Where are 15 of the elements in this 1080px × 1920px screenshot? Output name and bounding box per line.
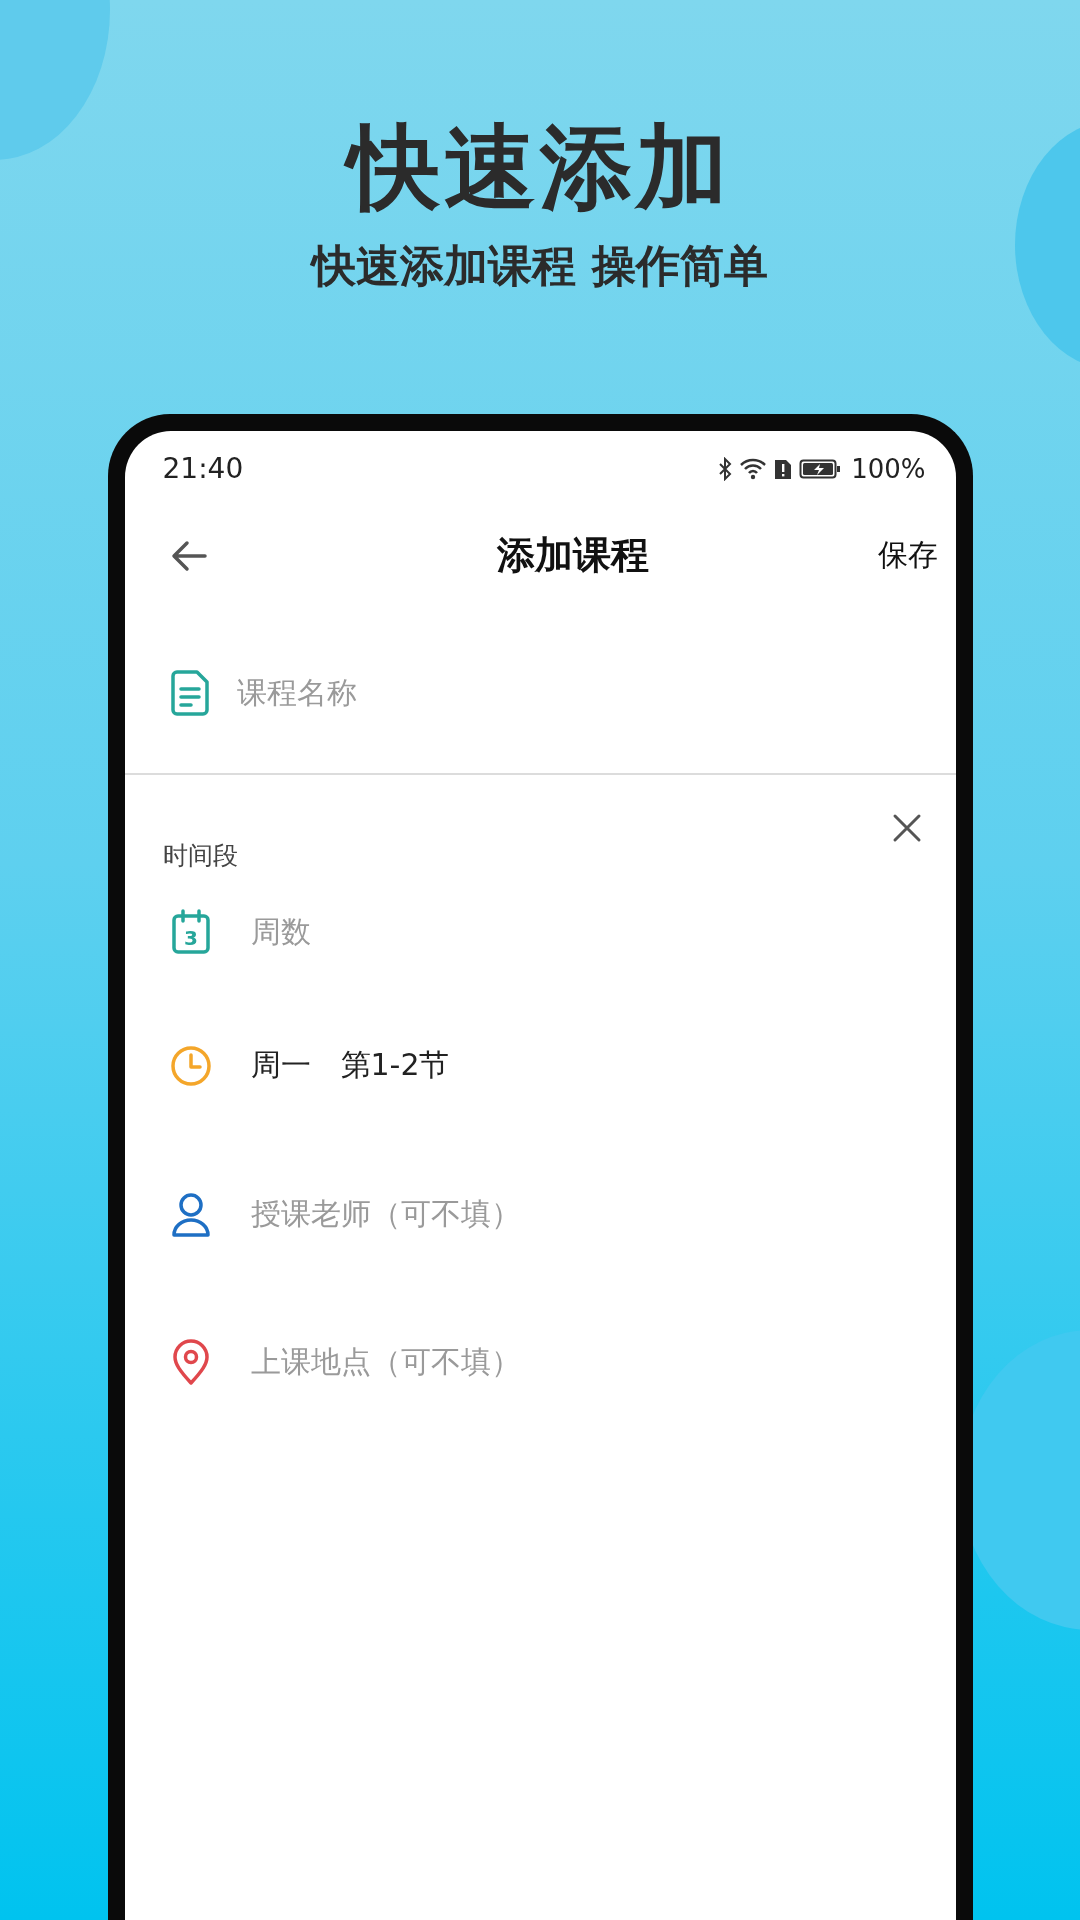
wifi-icon bbox=[739, 456, 768, 481]
course-name-field[interactable]: 课程名称 bbox=[236, 669, 797, 717]
section-label: 时间段 bbox=[162, 839, 238, 872]
close-icon[interactable] bbox=[891, 812, 922, 843]
save-button[interactable]: 保存 bbox=[877, 529, 938, 583]
page-title: 添加课程 bbox=[497, 532, 649, 580]
subheadline: 快速添加课程 操作简单 bbox=[312, 238, 768, 293]
headline: 快速添加 bbox=[334, 100, 746, 237]
battery-percent: 100% bbox=[851, 453, 926, 484]
input-field[interactable]: 上课地点（可不填） bbox=[250, 1338, 811, 1386]
input-field[interactable]: 周一 第1-2节 bbox=[250, 1042, 811, 1090]
input-field[interactable]: 授课老师（可不填） bbox=[250, 1190, 811, 1238]
status-time: 21:40 bbox=[162, 452, 244, 486]
input-field[interactable]: 周数 bbox=[250, 908, 811, 956]
bluetooth-icon bbox=[717, 456, 734, 481]
